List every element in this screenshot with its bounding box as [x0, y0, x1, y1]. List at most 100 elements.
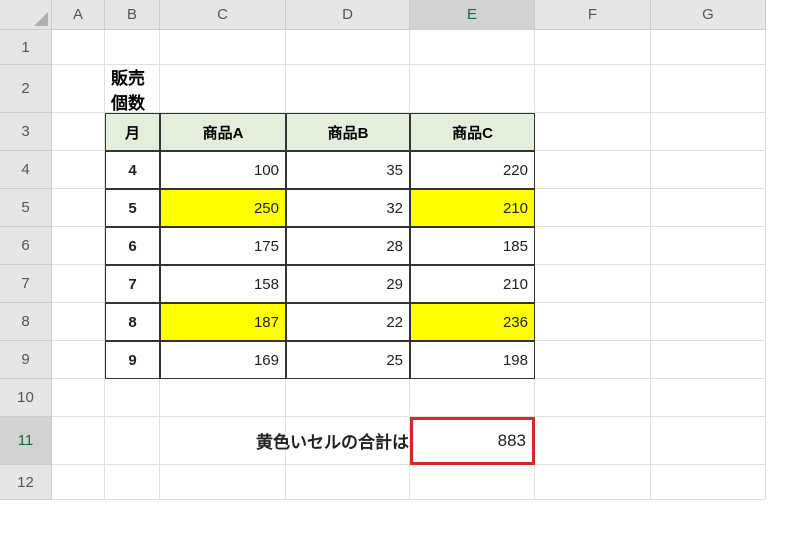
cell-G8[interactable]: [651, 303, 766, 341]
select-all-corner[interactable]: [0, 0, 52, 30]
cell-C2[interactable]: [160, 65, 286, 113]
column-header-F[interactable]: F: [535, 0, 651, 30]
cell-G5[interactable]: [651, 189, 766, 227]
cell-B10[interactable]: [105, 379, 160, 417]
cell-A9[interactable]: [52, 341, 105, 379]
cell-A3[interactable]: [52, 113, 105, 151]
cell-F3[interactable]: [535, 113, 651, 151]
cell-A8[interactable]: [52, 303, 105, 341]
cell-C1[interactable]: [160, 30, 286, 65]
row-header-11[interactable]: 11: [0, 417, 52, 465]
cell-D1[interactable]: [286, 30, 410, 65]
cell-G11[interactable]: [651, 417, 766, 465]
cell-F1[interactable]: [535, 30, 651, 65]
cell-F6[interactable]: [535, 227, 651, 265]
cell-E6[interactable]: 185: [410, 227, 535, 265]
cell-B9[interactable]: 9: [105, 341, 160, 379]
cell-D2[interactable]: [286, 65, 410, 113]
cell-C12[interactable]: [160, 465, 286, 500]
cell-C10[interactable]: [160, 379, 286, 417]
row-header-12[interactable]: 12: [0, 465, 52, 500]
cell-E4[interactable]: 220: [410, 151, 535, 189]
cell-C8[interactable]: 187: [160, 303, 286, 341]
cell-A10[interactable]: [52, 379, 105, 417]
cell-G3[interactable]: [651, 113, 766, 151]
cell-C11[interactable]: 黄色いセルの合計は: [160, 417, 286, 465]
cell-E2[interactable]: [410, 65, 535, 113]
cell-A12[interactable]: [52, 465, 105, 500]
cell-B11[interactable]: [105, 417, 160, 465]
row-header-8[interactable]: 8: [0, 303, 52, 341]
cell-F9[interactable]: [535, 341, 651, 379]
cell-D10[interactable]: [286, 379, 410, 417]
row-header-10[interactable]: 10: [0, 379, 52, 417]
cell-G7[interactable]: [651, 265, 766, 303]
cell-D8[interactable]: 22: [286, 303, 410, 341]
cell-G2[interactable]: [651, 65, 766, 113]
row-header-2[interactable]: 2: [0, 65, 52, 113]
cell-G12[interactable]: [651, 465, 766, 500]
cell-G9[interactable]: [651, 341, 766, 379]
cell-F4[interactable]: [535, 151, 651, 189]
cell-D4[interactable]: 35: [286, 151, 410, 189]
cell-B12[interactable]: [105, 465, 160, 500]
cell-A11[interactable]: [52, 417, 105, 465]
cell-F5[interactable]: [535, 189, 651, 227]
cell-E3[interactable]: 商品C: [410, 113, 535, 151]
cell-C3[interactable]: 商品A: [160, 113, 286, 151]
cell-G4[interactable]: [651, 151, 766, 189]
cell-E11[interactable]: 883: [410, 417, 535, 465]
cell-F12[interactable]: [535, 465, 651, 500]
cell-B4[interactable]: 4: [105, 151, 160, 189]
cell-E10[interactable]: [410, 379, 535, 417]
cell-F2[interactable]: [535, 65, 651, 113]
cell-D9[interactable]: 25: [286, 341, 410, 379]
column-header-E[interactable]: E: [410, 0, 535, 30]
row-header-3[interactable]: 3: [0, 113, 52, 151]
row-header-4[interactable]: 4: [0, 151, 52, 189]
row-header-9[interactable]: 9: [0, 341, 52, 379]
column-header-A[interactable]: A: [52, 0, 105, 30]
cell-D7[interactable]: 29: [286, 265, 410, 303]
column-header-D[interactable]: D: [286, 0, 410, 30]
cell-B2[interactable]: 販売個数: [105, 65, 160, 113]
cell-F11[interactable]: [535, 417, 651, 465]
cell-F7[interactable]: [535, 265, 651, 303]
cell-F10[interactable]: [535, 379, 651, 417]
cell-F8[interactable]: [535, 303, 651, 341]
cell-A5[interactable]: [52, 189, 105, 227]
cell-A2[interactable]: [52, 65, 105, 113]
cell-A4[interactable]: [52, 151, 105, 189]
cell-B1[interactable]: [105, 30, 160, 65]
cell-G6[interactable]: [651, 227, 766, 265]
cell-A7[interactable]: [52, 265, 105, 303]
cell-D6[interactable]: 28: [286, 227, 410, 265]
cell-D5[interactable]: 32: [286, 189, 410, 227]
cell-G10[interactable]: [651, 379, 766, 417]
row-header-5[interactable]: 5: [0, 189, 52, 227]
cell-A6[interactable]: [52, 227, 105, 265]
cell-D3[interactable]: 商品B: [286, 113, 410, 151]
cell-E12[interactable]: [410, 465, 535, 500]
cell-A1[interactable]: [52, 30, 105, 65]
cell-C9[interactable]: 169: [160, 341, 286, 379]
cell-B5[interactable]: 5: [105, 189, 160, 227]
cell-C4[interactable]: 100: [160, 151, 286, 189]
cell-C7[interactable]: 158: [160, 265, 286, 303]
row-header-6[interactable]: 6: [0, 227, 52, 265]
cell-E8[interactable]: 236: [410, 303, 535, 341]
cell-B7[interactable]: 7: [105, 265, 160, 303]
cell-B3[interactable]: 月: [105, 113, 160, 151]
column-header-G[interactable]: G: [651, 0, 766, 30]
cell-E9[interactable]: 198: [410, 341, 535, 379]
cell-D12[interactable]: [286, 465, 410, 500]
row-header-1[interactable]: 1: [0, 30, 52, 65]
cell-G1[interactable]: [651, 30, 766, 65]
cell-B6[interactable]: 6: [105, 227, 160, 265]
cell-E7[interactable]: 210: [410, 265, 535, 303]
column-header-C[interactable]: C: [160, 0, 286, 30]
cell-B8[interactable]: 8: [105, 303, 160, 341]
cell-E5[interactable]: 210: [410, 189, 535, 227]
cell-C5[interactable]: 250: [160, 189, 286, 227]
cell-E1[interactable]: [410, 30, 535, 65]
